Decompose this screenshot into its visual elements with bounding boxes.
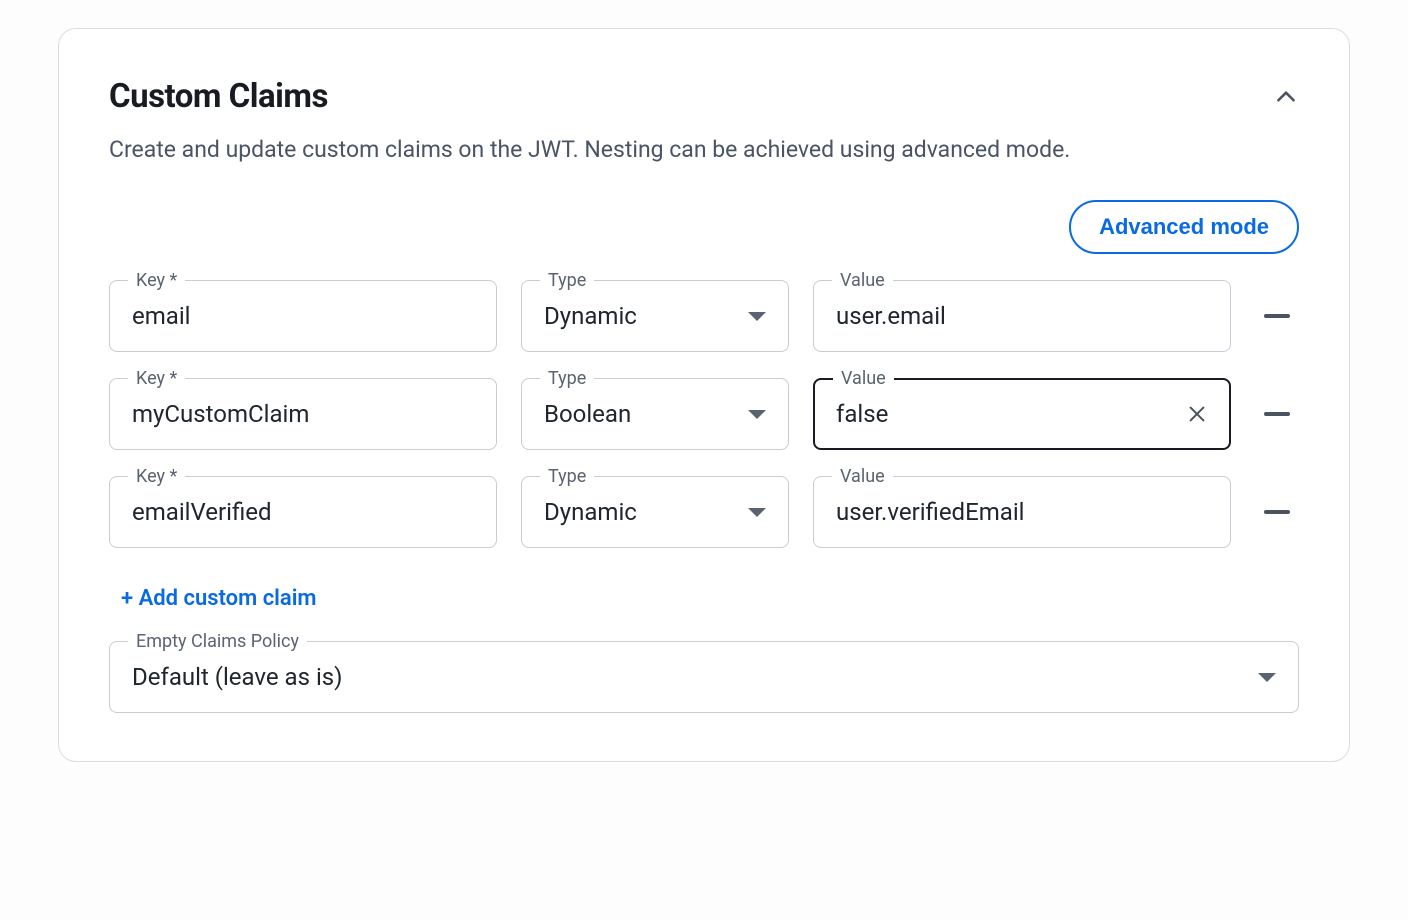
chevron-down-icon <box>748 312 766 321</box>
empty-claims-policy-field[interactable]: Empty Claims Policy Default (leave as is… <box>109 641 1299 713</box>
key-field[interactable]: Key * <box>109 476 497 548</box>
value-field[interactable]: Value <box>813 476 1231 548</box>
advanced-mode-button[interactable]: Advanced mode <box>1069 200 1299 254</box>
value-field[interactable]: Value <box>813 378 1231 450</box>
panel-header: Custom Claims <box>109 77 1299 116</box>
add-custom-claim-link[interactable]: + Add custom claim <box>121 586 317 611</box>
chevron-down-icon <box>748 410 766 419</box>
key-input[interactable] <box>132 400 474 428</box>
value-input[interactable] <box>836 498 1208 526</box>
claims-list: Key * Type Dynamic Value Key * Typ <box>109 280 1299 548</box>
key-label: Key * <box>128 270 185 291</box>
panel-description: Create and update custom claims on the J… <box>109 134 1299 166</box>
claim-row: Key * Type Dynamic Value <box>109 280 1299 352</box>
minus-icon <box>1264 510 1290 514</box>
value-field[interactable]: Value <box>813 280 1231 352</box>
value-label: Value <box>832 466 893 487</box>
key-label: Key * <box>128 466 185 487</box>
clear-icon[interactable] <box>1186 403 1208 425</box>
claim-row: Key * Type Dynamic Value <box>109 476 1299 548</box>
custom-claims-panel: Custom Claims Create and update custom c… <box>58 28 1350 762</box>
type-field[interactable]: Type Dynamic <box>521 476 789 548</box>
policy-value: Default (leave as is) <box>132 663 1258 691</box>
type-field[interactable]: Type Boolean <box>521 378 789 450</box>
key-input[interactable] <box>132 302 474 330</box>
policy-label: Empty Claims Policy <box>128 631 307 652</box>
remove-claim-button[interactable] <box>1255 490 1299 534</box>
value-input[interactable] <box>836 302 1208 330</box>
remove-claim-button[interactable] <box>1255 294 1299 338</box>
claim-row: Key * Type Boolean Value <box>109 378 1299 450</box>
key-field[interactable]: Key * <box>109 280 497 352</box>
type-field[interactable]: Type Dynamic <box>521 280 789 352</box>
type-value: Boolean <box>544 400 748 428</box>
minus-icon <box>1264 314 1290 318</box>
value-label: Value <box>832 270 893 291</box>
type-label: Type <box>540 466 594 487</box>
key-field[interactable]: Key * <box>109 378 497 450</box>
type-label: Type <box>540 368 594 389</box>
key-label: Key * <box>128 368 185 389</box>
chevron-down-icon <box>748 508 766 517</box>
collapse-icon[interactable] <box>1273 84 1299 110</box>
type-value: Dynamic <box>544 302 748 330</box>
value-input[interactable] <box>836 400 1178 428</box>
panel-title: Custom Claims <box>109 77 328 116</box>
remove-claim-button[interactable] <box>1255 392 1299 436</box>
value-label: Value <box>833 368 894 389</box>
type-value: Dynamic <box>544 498 748 526</box>
chevron-down-icon <box>1258 673 1276 682</box>
advanced-mode-row: Advanced mode <box>109 200 1299 254</box>
key-input[interactable] <box>132 498 474 526</box>
minus-icon <box>1264 412 1290 416</box>
type-label: Type <box>540 270 594 291</box>
